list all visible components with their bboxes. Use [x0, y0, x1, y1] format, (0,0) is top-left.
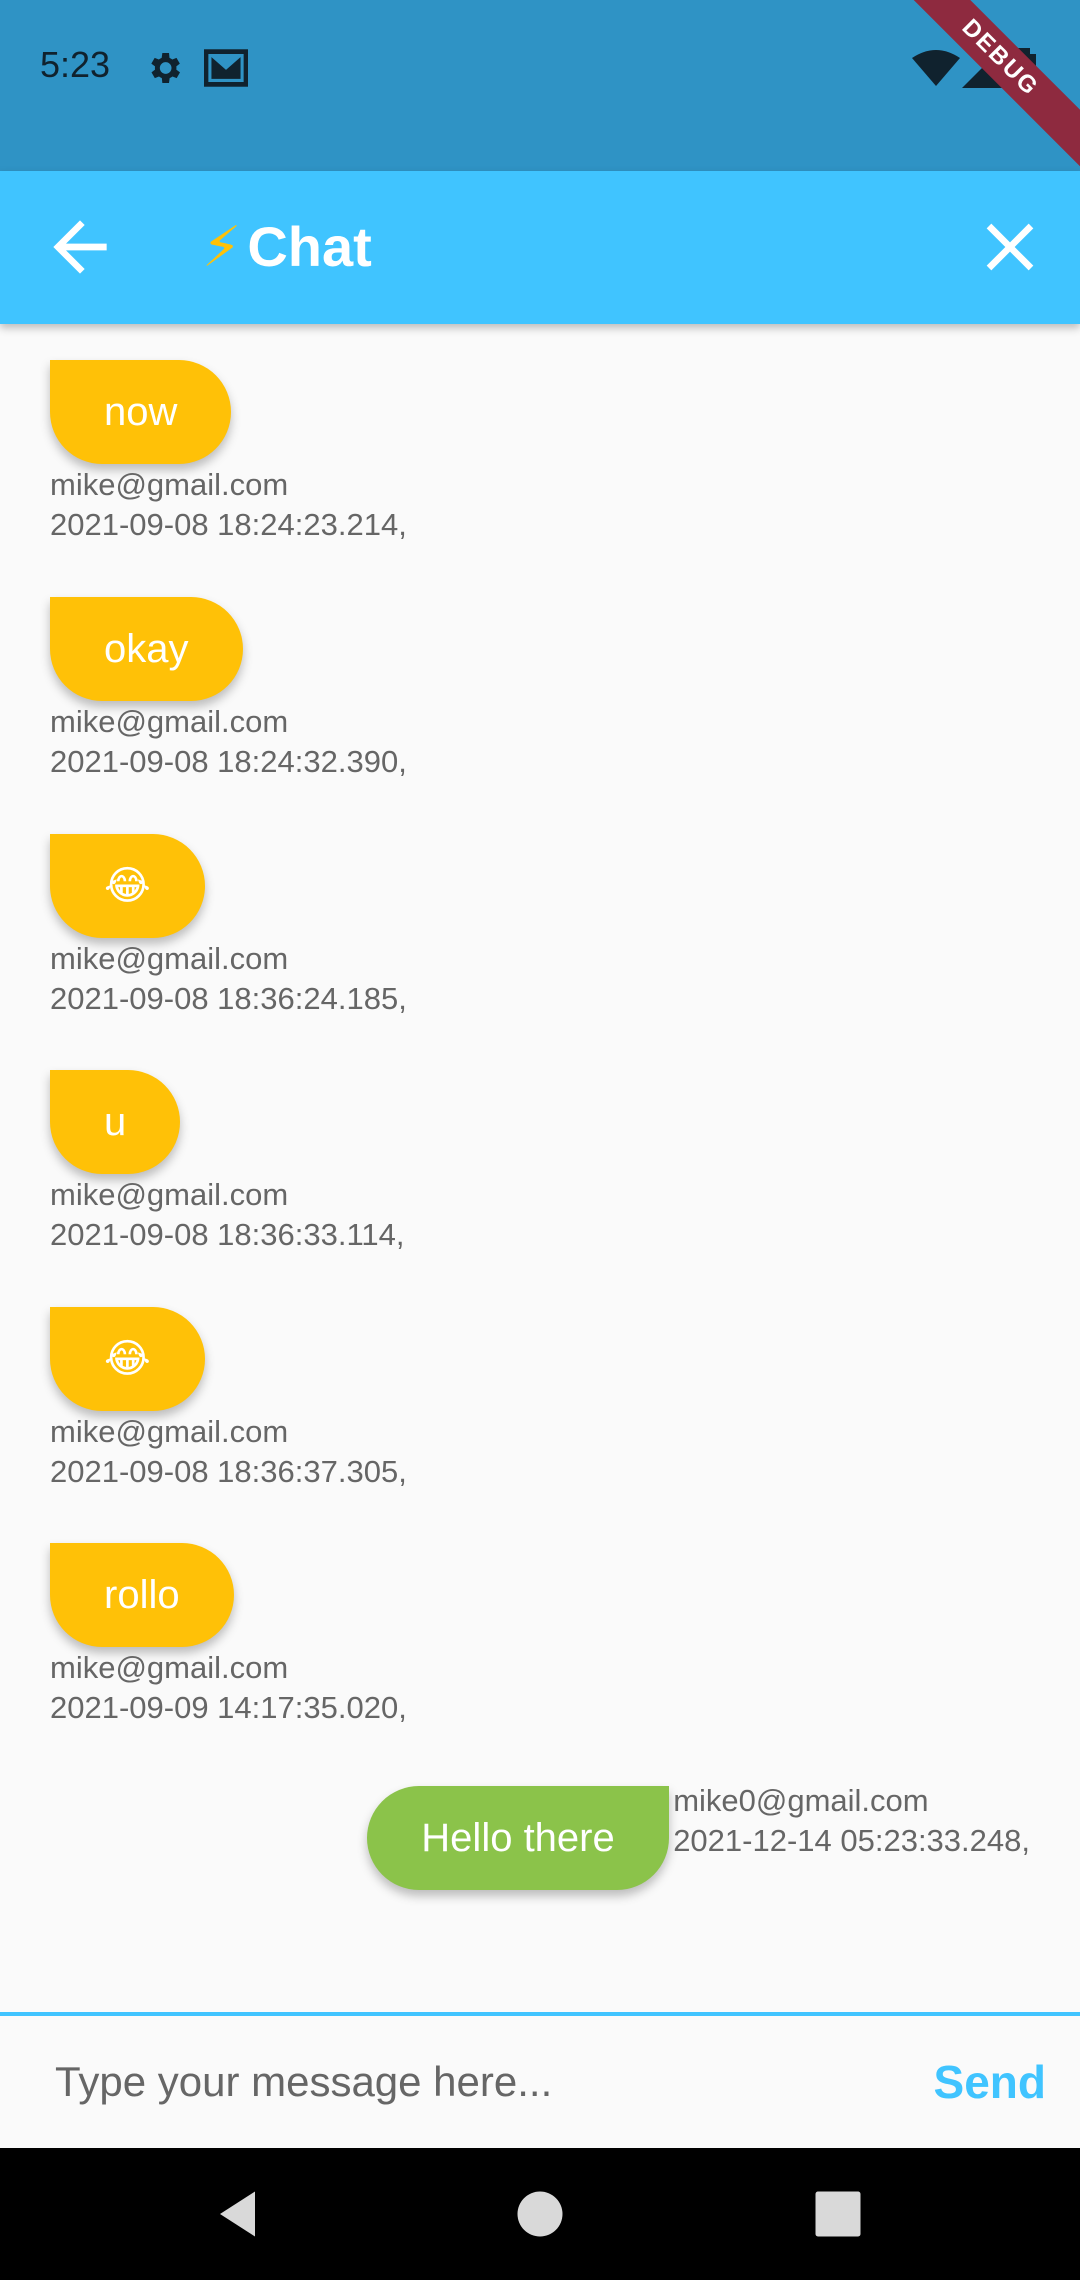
message-bubble[interactable]: now: [50, 360, 232, 464]
message-sender: mike@gmail.com: [50, 1414, 289, 1449]
message-sender: mike@gmail.com: [50, 1177, 289, 1212]
close-button[interactable]: [970, 207, 1050, 287]
message-bubble[interactable]: u: [50, 1070, 181, 1174]
message-timestamp: 2021-09-09 14:17:35.020,: [50, 1690, 407, 1725]
message-timestamp: 2021-09-08 18:36:37.305,: [50, 1454, 407, 1489]
system-nav-bar: [0, 2148, 1080, 2280]
mail-icon: [203, 48, 249, 93]
status-bar: 5:23 DEBUG: [0, 0, 1080, 172]
send-button[interactable]: Send: [934, 2046, 1046, 2118]
arrow-back-icon: [53, 220, 107, 274]
status-time: 5:23: [40, 44, 111, 85]
message-timestamp: 2021-12-14 05:23:33.248,: [673, 1823, 1030, 1858]
message-timestamp: 2021-09-08 18:24:32.390,: [50, 744, 407, 779]
message-bubble[interactable]: okay: [50, 597, 243, 701]
message-item: u mike@gmail.com 2021-09-08 18:36:33.114…: [50, 1070, 405, 1254]
gear-icon: [144, 48, 184, 93]
message-sender: mike@gmail.com: [50, 1650, 289, 1685]
message-item: now mike@gmail.com 2021-09-08 18:24:23.2…: [50, 360, 407, 544]
message-input[interactable]: [55, 2040, 895, 2124]
message-timestamp: 2021-09-08 18:36:24.185,: [50, 981, 407, 1016]
message-timestamp: 2021-09-08 18:24:23.214,: [50, 507, 407, 542]
close-icon: [986, 223, 1034, 271]
message-sender: mike0@gmail.com: [673, 1783, 929, 1818]
message-bubble[interactable]: 😂: [50, 834, 205, 938]
message-item-sent: Hello there mike0@gmail.com 2021-12-14 0…: [367, 1780, 1030, 1890]
wifi-icon: [912, 48, 960, 93]
message-bubble[interactable]: 😂: [50, 1307, 205, 1411]
nav-recents-icon[interactable]: [808, 2184, 868, 2244]
message-item: 😂 mike@gmail.com 2021-09-08 18:36:37.305…: [50, 1307, 407, 1491]
app-bar: ⚡ Chat: [0, 171, 1080, 324]
message-composer: Send: [0, 2016, 1080, 2148]
message-sender: mike@gmail.com: [50, 941, 289, 976]
nav-home-icon[interactable]: [510, 2184, 570, 2244]
message-item: 😂 mike@gmail.com 2021-09-08 18:36:24.185…: [50, 834, 407, 1018]
lightning-icon: ⚡: [202, 215, 242, 278]
message-sender: mike@gmail.com: [50, 704, 289, 739]
message-bubble[interactable]: rollo: [50, 1543, 234, 1647]
page-title: ⚡ Chat: [202, 211, 372, 283]
message-item: okay mike@gmail.com 2021-09-08 18:24:32.…: [50, 597, 407, 781]
message-timestamp: 2021-09-08 18:36:33.114,: [50, 1217, 405, 1252]
page-title-text: Chat: [247, 215, 372, 278]
nav-back-icon[interactable]: [210, 2184, 270, 2244]
message-sender: mike@gmail.com: [50, 467, 289, 502]
back-button[interactable]: [40, 207, 120, 287]
message-bubble[interactable]: Hello there: [367, 1786, 669, 1890]
message-item: rollo mike@gmail.com 2021-09-09 14:17:35…: [50, 1543, 407, 1727]
